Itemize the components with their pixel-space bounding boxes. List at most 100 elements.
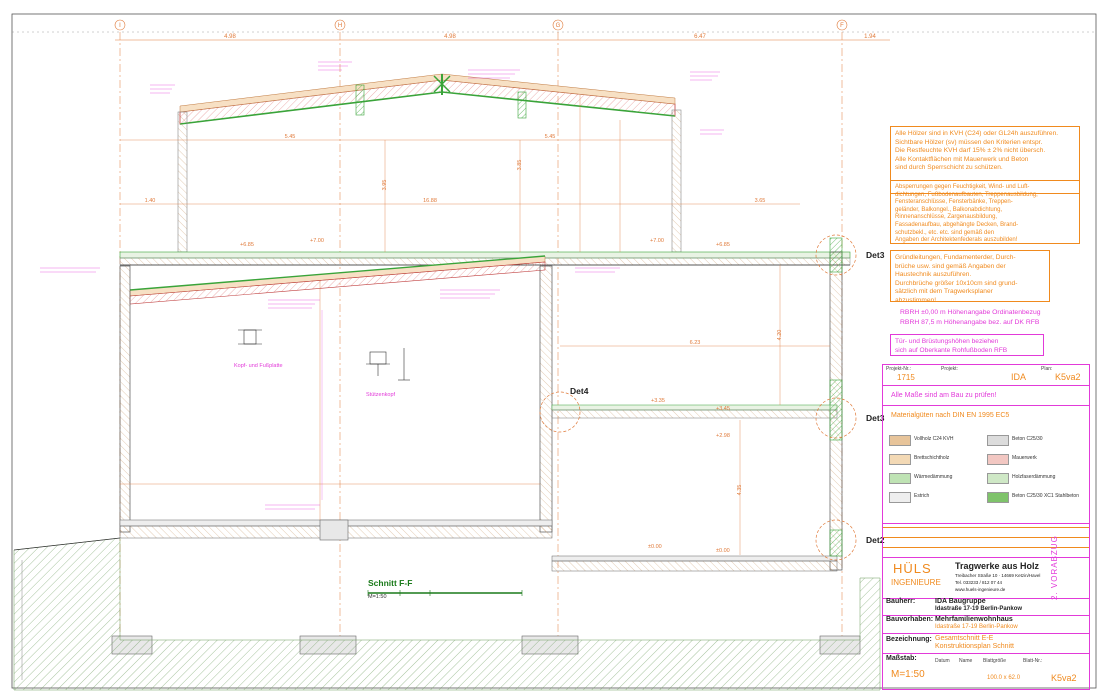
check-note: Alle Maße sind am Bau zu prüfen! [891,392,997,399]
bauherr-address: Idastraße 17-19 Berlin-Pankow [935,606,1023,612]
dim-top-3: 6.47 [694,34,706,40]
wall-right-upper [671,109,682,253]
detail-label-det4: Det4 [570,386,589,396]
material-label: Wärmedämmung [914,474,953,480]
note2-line3: Fensteranschlüsse, Fensterbänke, Treppen… [895,199,1013,206]
material-item: Mauerwerk [987,452,1083,466]
note2-line1: Absperrungen gegen Feuchtigkeit, Wind- u… [895,184,1030,190]
wall-left-lower [119,265,131,533]
plan-nr: K5va2 [1055,372,1081,382]
grid-axis-markers [114,19,848,31]
bezeichnung-label: Bezeichnung: [886,636,932,643]
height-reference-2: RBRH 87,5 m Höhenangabe bez. auf DK RFB [900,319,1040,326]
material-swatch [889,454,911,465]
dim-4: 16.88 [423,198,437,204]
material-label: Estrich [914,493,930,499]
kopf-label: Kopf- und Fußplatte [234,363,283,369]
dim-6: 3.95 [382,180,388,191]
company-logo: HÜLS [893,561,932,576]
roof-structure [179,73,676,125]
material-label: Brettschichtholz [914,455,950,461]
material-item: Holzfaserdämmung [987,471,1083,485]
material-item: Wärmedämmung [889,471,985,485]
plan-label: Plan: [1041,366,1053,372]
materials-section: Materialgüten nach DIN EN 1995 EC5 Vollh… [883,409,1089,524]
dim-8: 6.23 [690,340,701,346]
stutzen-label: Stützenkopf [366,392,396,398]
note4-line2: sich auf Oberkante Rohfußboden RFB [895,346,1008,354]
col-blattgroesse: Blattgröße [983,658,1007,664]
bauherr-label: Bauherr: [886,598,916,605]
detail-anchor [398,348,410,381]
note2-line8: Angaben der Architektenfederals auszubil… [895,237,1018,244]
title-block: Projekt-Nr.: 1715 Projekt: IDA Plan: K5v… [882,364,1090,690]
note1-line2: Sichtbare Hölzer (sv) müssen den Kriteri… [895,138,1043,146]
blattgroesse-value: 100.0 x 62.0 [987,675,1021,681]
detail-label-det3-top: Det3 [866,250,885,260]
note2-line2: dichtungen, Fußbodenaufbauten, Treppenau… [895,191,1038,198]
level-2: +7.00 [310,238,324,244]
detail-circles [539,234,857,561]
dim-5: 3.65 [755,198,766,204]
material-label: Holzfaserdämmung [1012,474,1056,480]
level-8: ±0.00 [648,544,662,550]
dim-top-1: 4.98 [224,34,236,40]
company-sub: INGENIEURE [891,578,941,587]
vorabzug-stamp: 2. VORABZUG [1050,535,1059,600]
proj-name: IDA [1011,372,1027,382]
company-name: Tragwerke aus Holz [955,561,1040,571]
dim-1: 5.45 [285,134,296,140]
dim-2: 5.45 [545,134,556,140]
proj-nr-label: Projekt-Nr.: [886,366,912,372]
material-swatch [889,435,911,446]
bezeichnung-row: Bezeichnung: Gesamtschnitt E-E Konstrukt… [883,633,1089,654]
proj-name-label: Projekt: [941,366,958,372]
level-6: +3.45 [716,406,730,412]
section-scale: M=1:50 [368,594,387,600]
section-title: Schnitt F-F [368,578,412,588]
col-name: Name [959,658,973,664]
level-3: +7.00 [650,238,664,244]
massstab-label: Maßstab: [886,655,917,662]
ground-slab-right [551,555,838,572]
material-swatch [987,454,1009,465]
bauvorhaben-address: Idastraße 17-19 Berlin-Pankow [935,624,1018,630]
material-item: Estrich [889,490,985,504]
note2-line5: Rinnenanschlüsse, Zargenausbildung, [895,214,998,221]
level-1: +6.85 [240,242,254,248]
note3-line4: Durchbrüche größer 10x10cm sind grund- [895,279,1018,287]
bauherr-value: IDA Baugruppe [935,598,986,605]
note-sealing: Absperrungen gegen Feuchtigkeit, Wind- u… [890,180,1080,244]
company-tel: Tel. 033233 / 812 07 44 [955,580,1003,585]
material-swatch [987,435,1009,446]
foundations [111,519,861,655]
material-item: Vollholz C24 KVH [889,433,985,447]
material-title: Materialgüten nach DIN EN 1995 EC5 [891,412,1010,419]
note1-line3: Die Restfeuchte KVH darf 15% ± 2% nicht … [895,147,1046,155]
note1-line4: Alle Kontaktflächen mit Mauerwerk und Be… [895,155,1029,163]
note3-line1: Gründleitungen, Fundamenterder, Durch- [895,254,1016,261]
check-note-row: Alle Maße sind am Bau zu prüfen! [883,389,1089,406]
bezeichnung-line1: Gesamtschnitt E-E [935,635,994,642]
level-4: +6.85 [716,242,730,248]
material-swatch [889,473,911,484]
dim-top-4: 1.94 [864,34,876,40]
note3-line2: brüche usw. sind gemäß Angaben der [895,262,1006,270]
level-5: +3.35 [651,398,665,404]
material-swatch [889,492,911,503]
axis-label-4: F [840,23,844,29]
footer-row: Maßstab: M=1:50 Datum Name Blattgröße Bl… [883,653,1089,689]
note2-line7: schutzbekl., etc. etc. sind gemäß den [895,229,995,236]
material-label: Mauerwerk [1012,455,1037,461]
axis-label-3: G [556,23,561,29]
grid-axes [119,32,843,640]
note2-line6: Fassadenaufbau, abgehängte Decken, Brand… [895,221,1019,228]
wall-mid-lower [539,265,553,533]
annotation-clutter [40,61,724,510]
axis-label-2: H [338,23,342,29]
company-web: www.huels-ingenieure.de [955,587,1006,592]
note1-line5: sind durch Sperrschicht zu schützen. [895,164,1003,172]
middle-floor-slab [551,404,838,419]
note3-line3: Haustechnik auszuführen. [895,271,972,279]
material-swatch [987,492,1009,503]
